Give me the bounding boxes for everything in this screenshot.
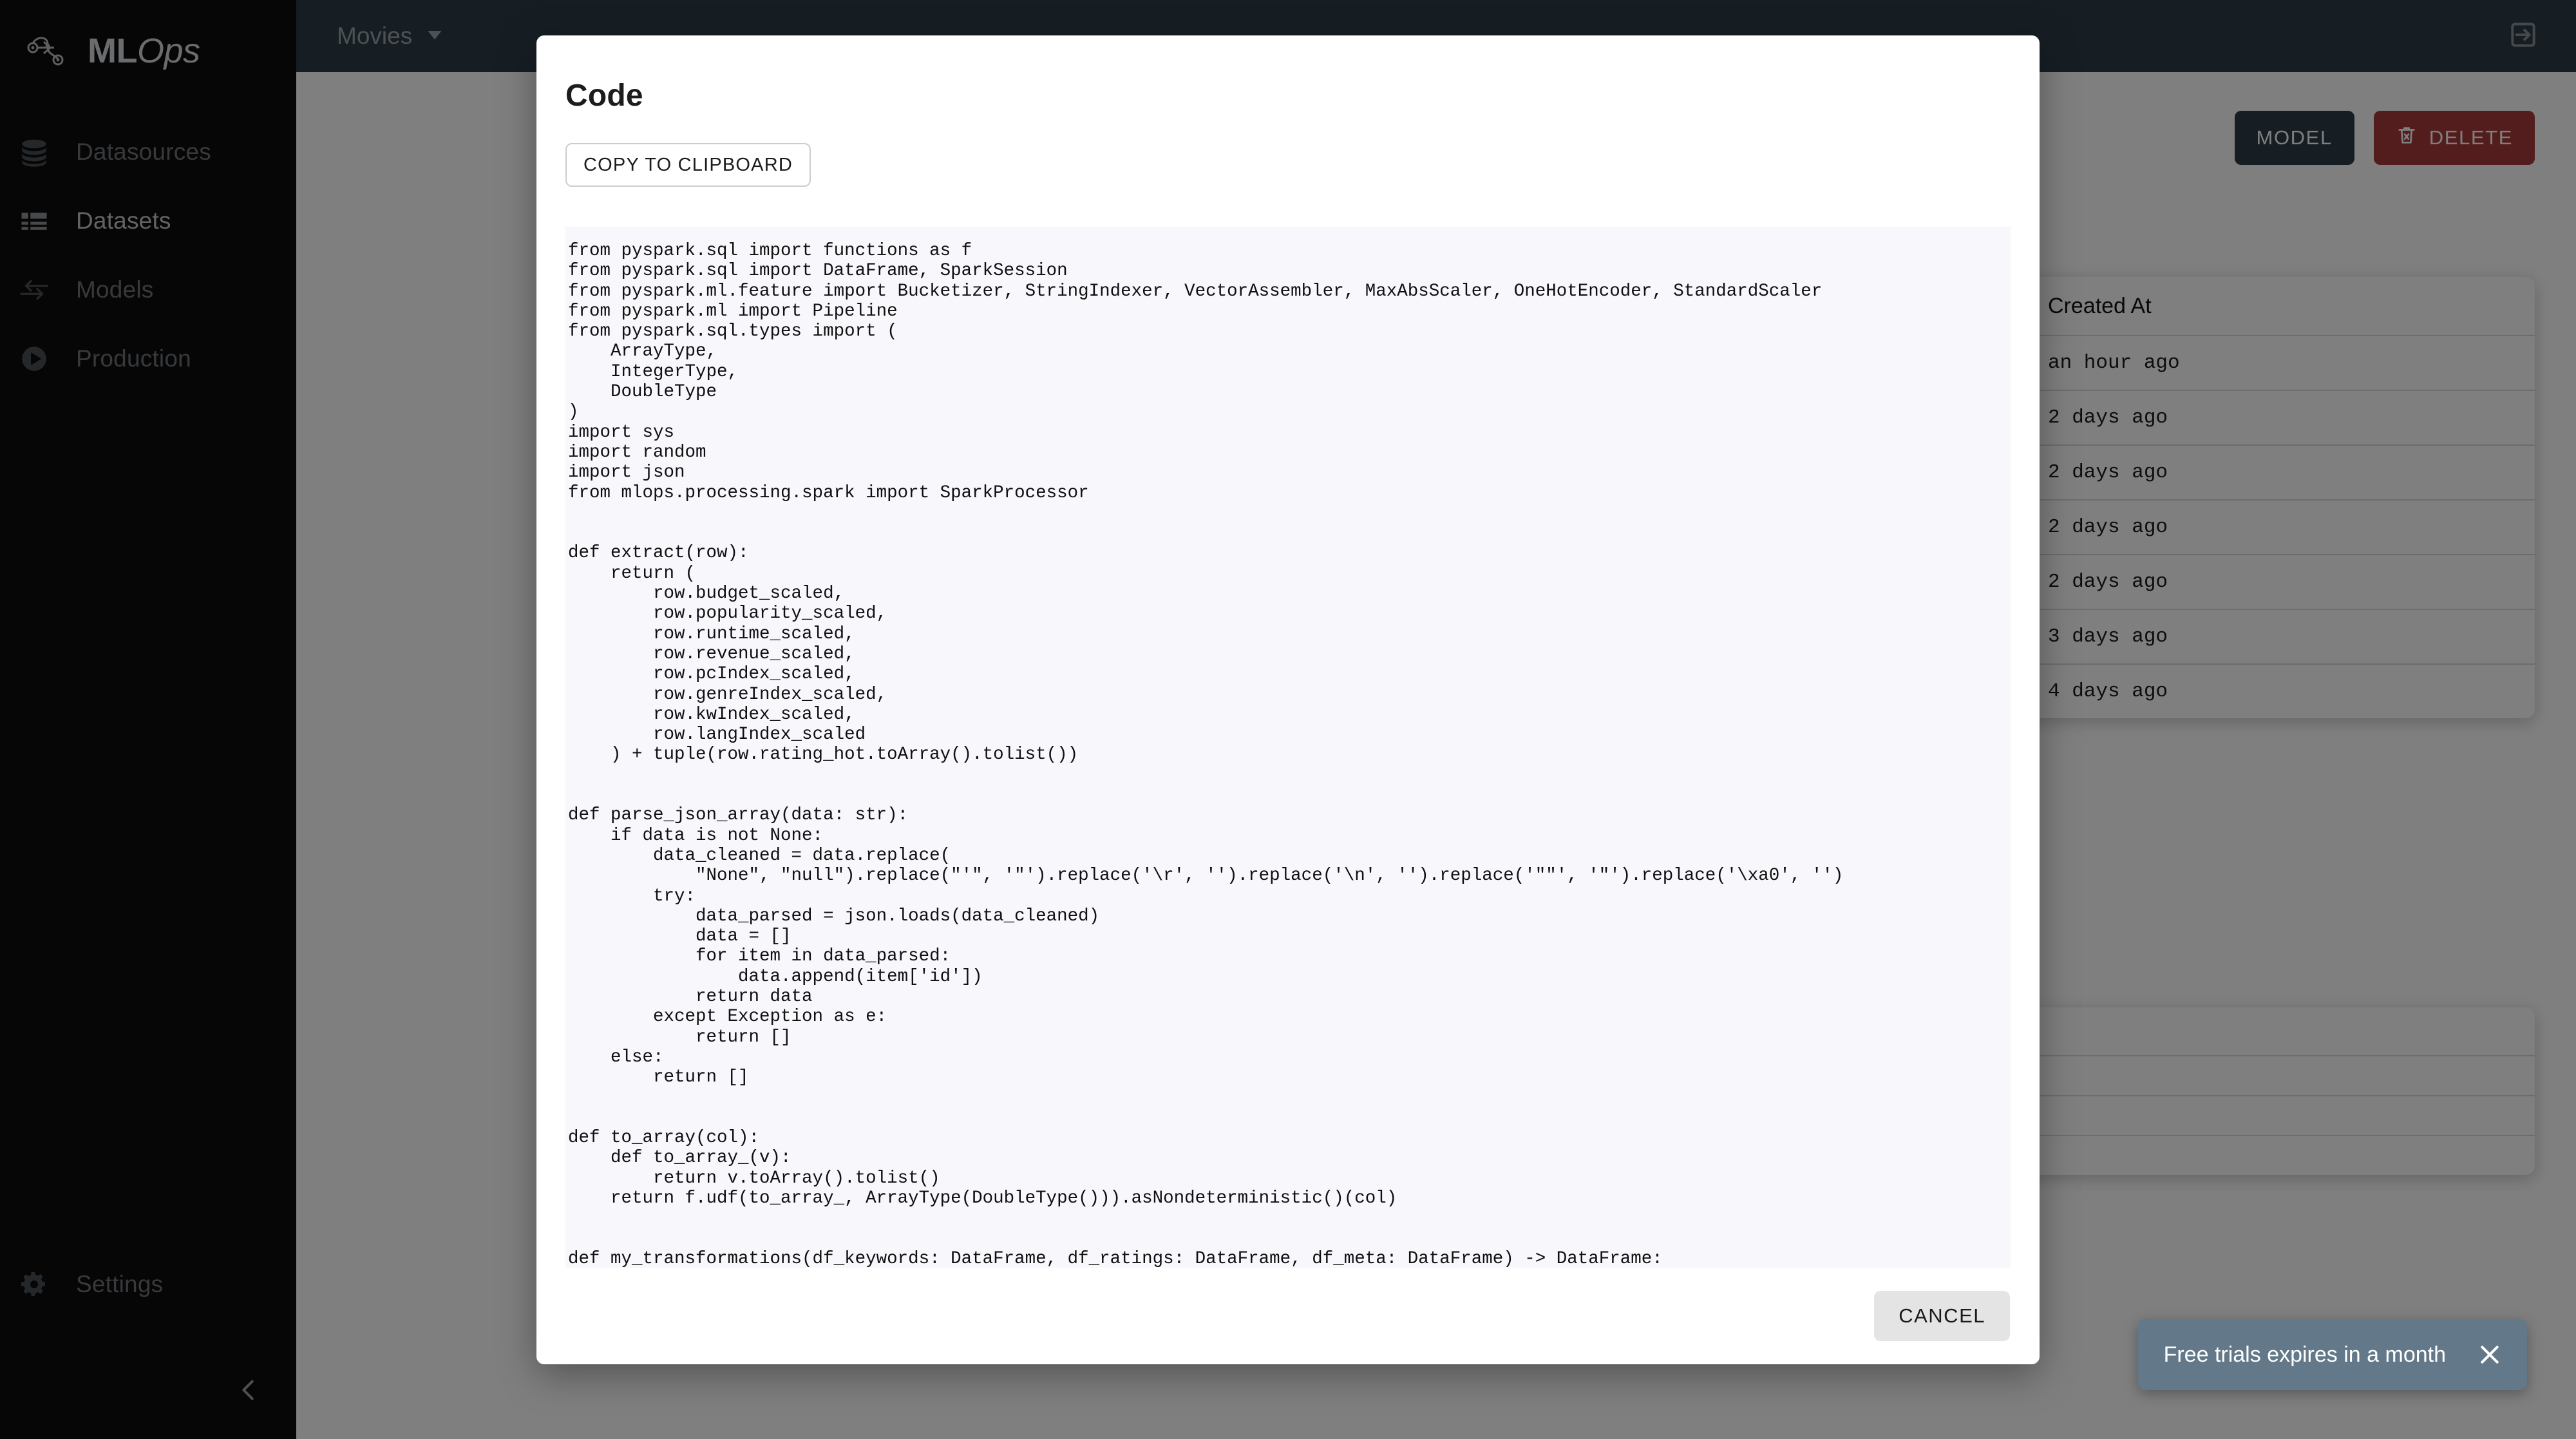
- code-modal: Code COPY TO CLIPBOARD from pyspark.sql …: [536, 35, 2040, 1364]
- copy-to-clipboard-button[interactable]: COPY TO CLIPBOARD: [565, 143, 811, 187]
- modal-footer: CANCEL: [536, 1268, 2040, 1364]
- code-viewer[interactable]: from pyspark.sql import functions as f f…: [565, 227, 2011, 1268]
- trial-expiry-toast: Free trials expires in a month: [2137, 1319, 2527, 1390]
- copy-row: COPY TO CLIPBOARD: [536, 113, 2040, 187]
- code-text: from pyspark.sql import functions as f f…: [568, 241, 1844, 1268]
- cancel-button[interactable]: CANCEL: [1874, 1291, 2010, 1341]
- close-icon[interactable]: [2476, 1340, 2504, 1369]
- modal-title: Code: [565, 79, 643, 113]
- toast-message: Free trials expires in a month: [2163, 1342, 2446, 1367]
- app-root: MLOps Datasources: [0, 0, 2576, 1439]
